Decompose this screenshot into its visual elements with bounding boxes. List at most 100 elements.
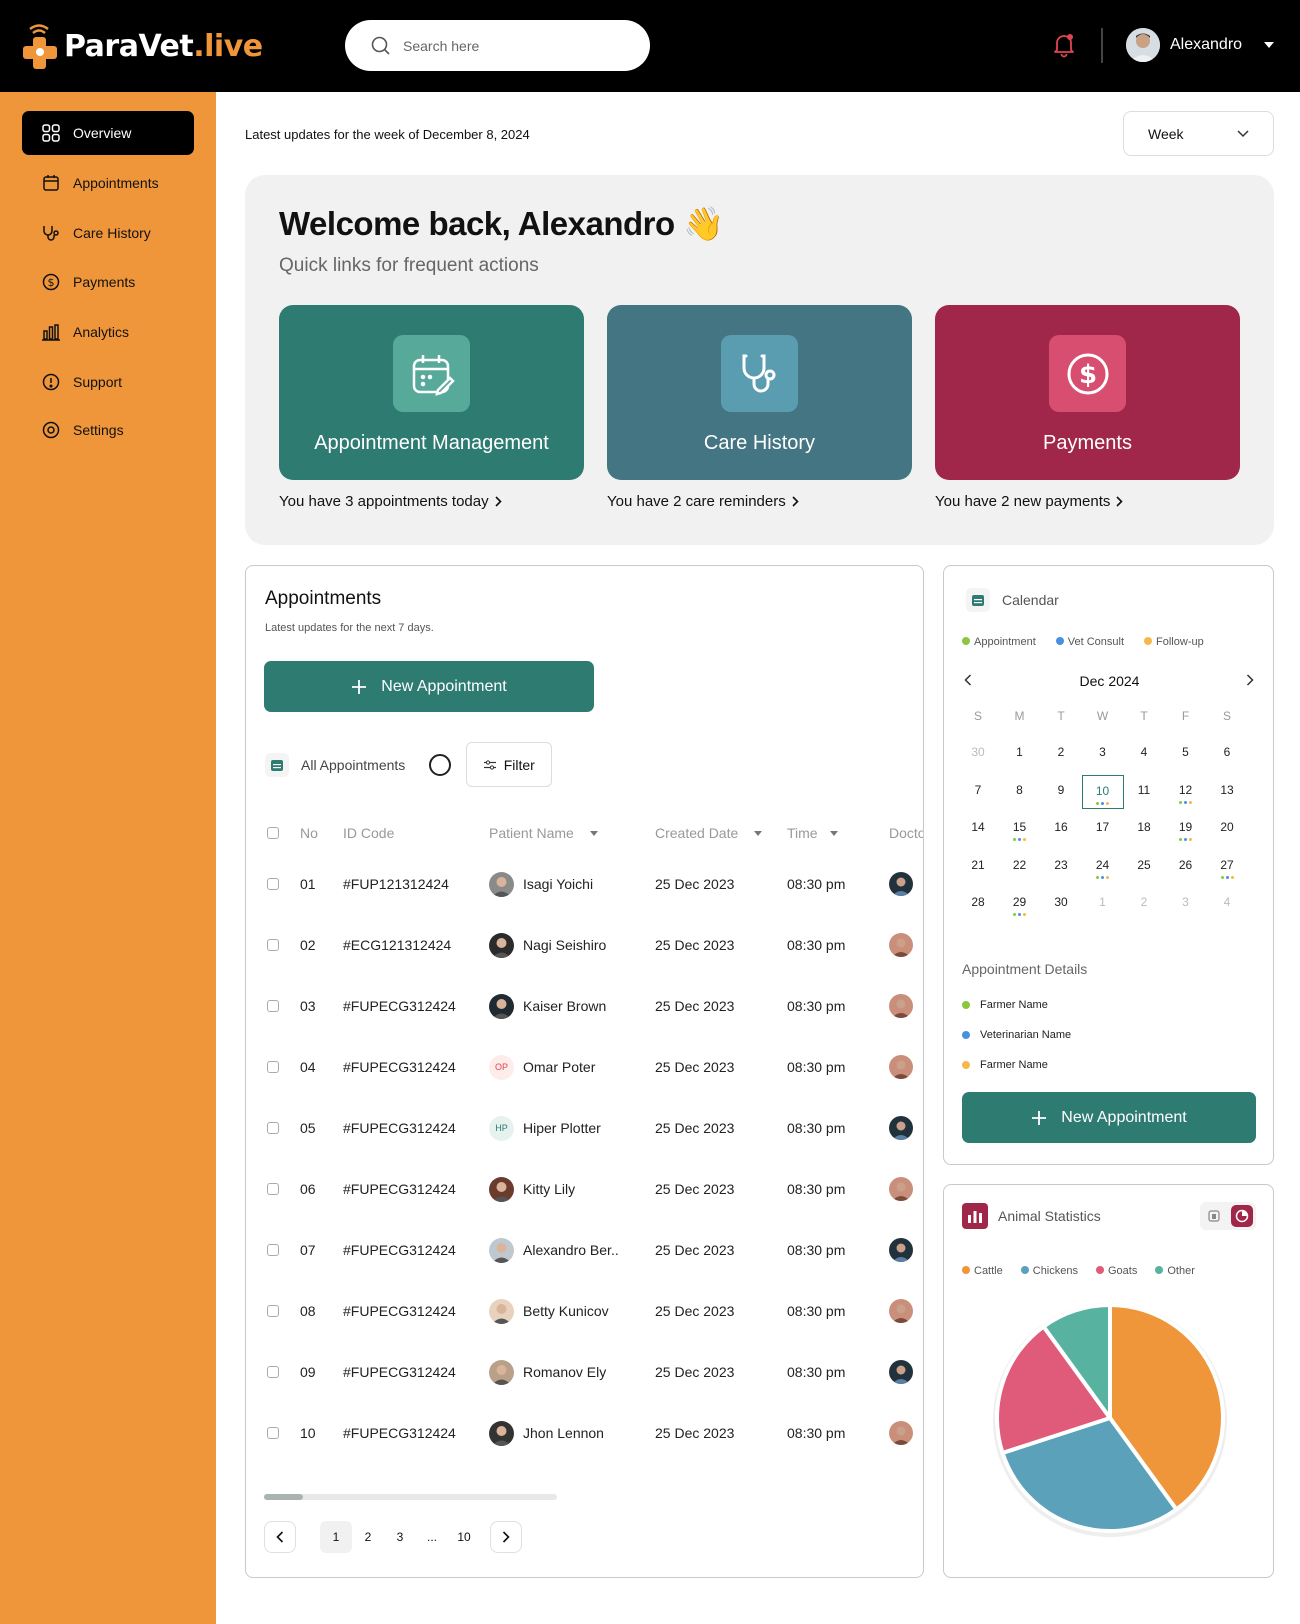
- row-checkbox[interactable]: [267, 1235, 279, 1265]
- table-row[interactable]: 08 #FUPECG312424 Betty Kunicov 25 Dec 2023 0…: [246, 1296, 923, 1326]
- new-appointment-button[interactable]: New Appointment: [264, 661, 594, 712]
- calendar-day[interactable]: 6: [1208, 737, 1246, 771]
- calendar-day[interactable]: 3: [1084, 737, 1122, 771]
- calendar-day[interactable]: 3: [1167, 887, 1205, 921]
- calendar-day[interactable]: 4: [1208, 887, 1246, 921]
- sidebar-item-care-history[interactable]: Care History: [22, 211, 194, 255]
- calendar-day[interactable]: 10: [1081, 774, 1124, 809]
- period-select[interactable]: Week: [1123, 111, 1274, 156]
- quick-link-care-history[interactable]: Care History: [607, 305, 912, 480]
- column-header-time[interactable]: Time: [787, 818, 838, 848]
- bar-view-icon[interactable]: [1203, 1205, 1225, 1227]
- quick-link-appointment-management[interactable]: Appointment Management: [279, 305, 584, 480]
- calendar-day[interactable]: 9: [1042, 775, 1080, 809]
- calendar-day[interactable]: 30: [1042, 887, 1080, 921]
- prev-page-button[interactable]: [264, 1521, 296, 1553]
- calendar-day[interactable]: 8: [1001, 775, 1039, 809]
- row-checkbox[interactable]: [267, 869, 279, 899]
- row-checkbox[interactable]: [267, 1113, 279, 1143]
- sidebar-item-analytics[interactable]: Analytics: [22, 310, 194, 354]
- calendar-day[interactable]: 12: [1167, 775, 1205, 809]
- calendar-day[interactable]: 19: [1167, 812, 1205, 846]
- calendar-day-number: 18: [1137, 820, 1151, 834]
- sidebar-item-appointments[interactable]: Appointments: [22, 161, 194, 205]
- notification-bell-icon[interactable]: [1052, 32, 1076, 58]
- calendar-day[interactable]: 25: [1125, 850, 1163, 884]
- scrollbar-thumb[interactable]: [264, 1494, 303, 1500]
- calendar-day[interactable]: 18: [1125, 812, 1163, 846]
- calendar-day[interactable]: 27: [1208, 850, 1246, 884]
- row-checkbox[interactable]: [267, 1357, 279, 1387]
- next-page-button[interactable]: [490, 1521, 522, 1553]
- row-checkbox[interactable]: [267, 1418, 279, 1448]
- table-row[interactable]: 07 #FUPECG312424 Alexandro Ber.. 25 Dec 202…: [246, 1235, 923, 1265]
- pie-view-icon[interactable]: [1231, 1205, 1253, 1227]
- calendar-day[interactable]: 7: [959, 775, 997, 809]
- calendar-day[interactable]: 14: [959, 812, 997, 846]
- table-row[interactable]: 03 #FUPECG312424 Kaiser Brown 25 Dec 2023 08…: [246, 991, 923, 1021]
- calendar-day[interactable]: 26: [1167, 850, 1205, 884]
- caret-down-icon[interactable]: [1264, 42, 1275, 48]
- calendar-day[interactable]: 22: [1001, 850, 1039, 884]
- calendar-day[interactable]: 5: [1167, 737, 1205, 771]
- table-row[interactable]: 10 #FUPECG312424 Jhon Lennon 25 Dec 2023 08:…: [246, 1418, 923, 1448]
- calendar-day[interactable]: 1: [1001, 737, 1039, 771]
- filter-button[interactable]: Filter: [466, 742, 553, 787]
- row-checkbox[interactable]: [267, 991, 279, 1021]
- page-button[interactable]: 2: [352, 1521, 384, 1553]
- new-payments-link[interactable]: You have 2 new payments: [935, 493, 1124, 510]
- column-header-patient[interactable]: Patient Name: [489, 818, 598, 848]
- weekday-label: F: [1181, 709, 1190, 723]
- table-row[interactable]: 02 #ECG121312424 Nagi Seishiro 25 Dec 2023 0…: [246, 930, 923, 960]
- calendar-day[interactable]: 2: [1042, 737, 1080, 771]
- row-checkbox[interactable]: [267, 1296, 279, 1326]
- next-month-icon[interactable]: [1246, 674, 1254, 686]
- horizontal-scrollbar[interactable]: [264, 1494, 557, 1500]
- calendar-new-appointment-button[interactable]: New Appointment: [962, 1092, 1256, 1143]
- row-checkbox[interactable]: [267, 1174, 279, 1204]
- calendar-day[interactable]: 20: [1208, 812, 1246, 846]
- calendar-day[interactable]: 30: [959, 737, 997, 771]
- row-checkbox[interactable]: [267, 1052, 279, 1082]
- table-row[interactable]: 04 #FUPECG312424 OP Omar Poter 25 Dec 2023 08…: [246, 1052, 923, 1082]
- page-button[interactable]: 3: [384, 1521, 416, 1553]
- care-reminders-link[interactable]: You have 2 care reminders: [607, 493, 799, 510]
- sidebar-item-overview[interactable]: Overview: [22, 111, 194, 155]
- user-menu[interactable]: Alexandro: [1126, 28, 1275, 62]
- calendar-month: Dec 2024: [1079, 673, 1140, 689]
- column-header-created-date[interactable]: Created Date: [655, 818, 763, 848]
- sidebar-item-settings[interactable]: Settings: [22, 408, 194, 452]
- table-row[interactable]: 05 #FUPECG312424 HP Hiper Plotter 25 Dec 202…: [246, 1113, 923, 1143]
- calendar-day[interactable]: 16: [1042, 812, 1080, 846]
- quick-link-payments[interactable]: $ Payments: [935, 305, 1240, 480]
- calendar-day[interactable]: 17: [1084, 812, 1122, 846]
- calendar-day[interactable]: 23: [1042, 850, 1080, 884]
- calendar-day[interactable]: 21: [959, 850, 997, 884]
- select-all-checkbox[interactable]: [267, 818, 279, 848]
- calendar-day[interactable]: 28: [959, 887, 997, 921]
- calendar-day[interactable]: 13: [1208, 775, 1246, 809]
- table-row[interactable]: 01 #FUP121312424 Isagi Yoichi 25 Dec 2023 08…: [246, 869, 923, 899]
- page-button[interactable]: 10: [448, 1521, 480, 1553]
- all-appointments-filter[interactable]: All Appointments: [301, 757, 405, 773]
- table-row[interactable]: 06 #FUPECG312424 Kitty Lily 25 Dec 2023 08:3…: [246, 1174, 923, 1204]
- calendar-day[interactable]: 29: [1001, 887, 1039, 921]
- calendar-day[interactable]: 1: [1084, 887, 1122, 921]
- calendar-day-number: 19: [1178, 820, 1193, 834]
- calendar-day-number: 2: [1140, 895, 1148, 909]
- search-bar[interactable]: [345, 20, 650, 71]
- sidebar-item-support[interactable]: Support: [22, 360, 194, 404]
- calendar-day[interactable]: 2: [1125, 887, 1163, 921]
- appointments-today-link[interactable]: You have 3 appointments today: [279, 493, 502, 510]
- calendar-day[interactable]: 11: [1125, 775, 1163, 809]
- search-icon[interactable]: [429, 753, 452, 776]
- sidebar-item-payments[interactable]: $ Payments: [22, 260, 194, 304]
- table-row[interactable]: 09 #FUPECG312424 Romanov Ely 25 Dec 2023 08:…: [246, 1357, 923, 1387]
- calendar-day[interactable]: 24: [1084, 850, 1122, 884]
- calendar-day[interactable]: 15: [1001, 812, 1039, 846]
- logo[interactable]: ParaVet.live: [22, 20, 263, 72]
- search-input[interactable]: [403, 37, 623, 54]
- row-checkbox[interactable]: [267, 930, 279, 960]
- calendar-day[interactable]: 4: [1125, 737, 1163, 771]
- page-button[interactable]: 1: [320, 1521, 352, 1553]
